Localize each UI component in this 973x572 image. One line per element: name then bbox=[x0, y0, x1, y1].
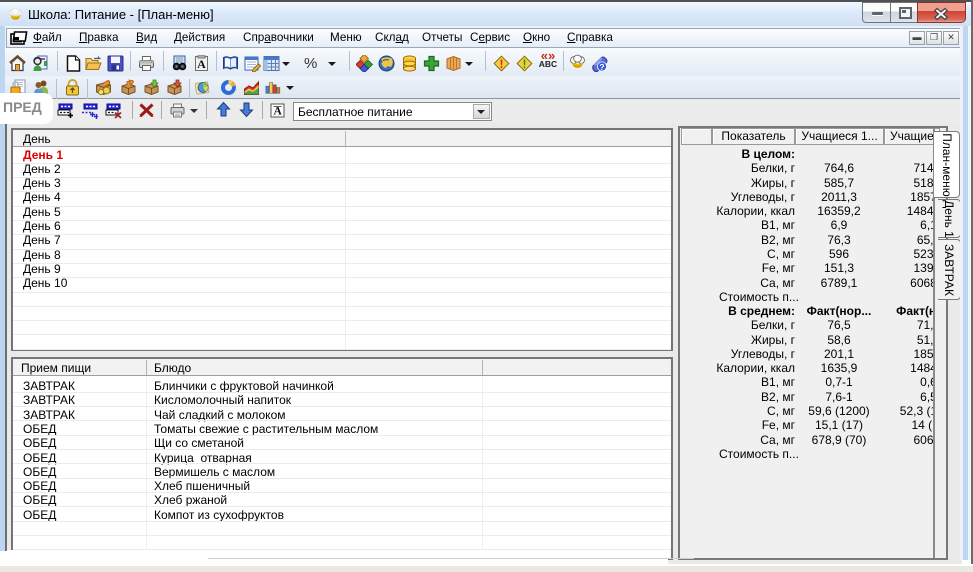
svg-text:!: ! bbox=[500, 57, 504, 71]
svg-text:?: ? bbox=[599, 62, 604, 72]
svg-text:А: А bbox=[197, 57, 206, 71]
svg-text:!: ! bbox=[523, 57, 527, 71]
svg-text:А: А bbox=[274, 106, 283, 118]
